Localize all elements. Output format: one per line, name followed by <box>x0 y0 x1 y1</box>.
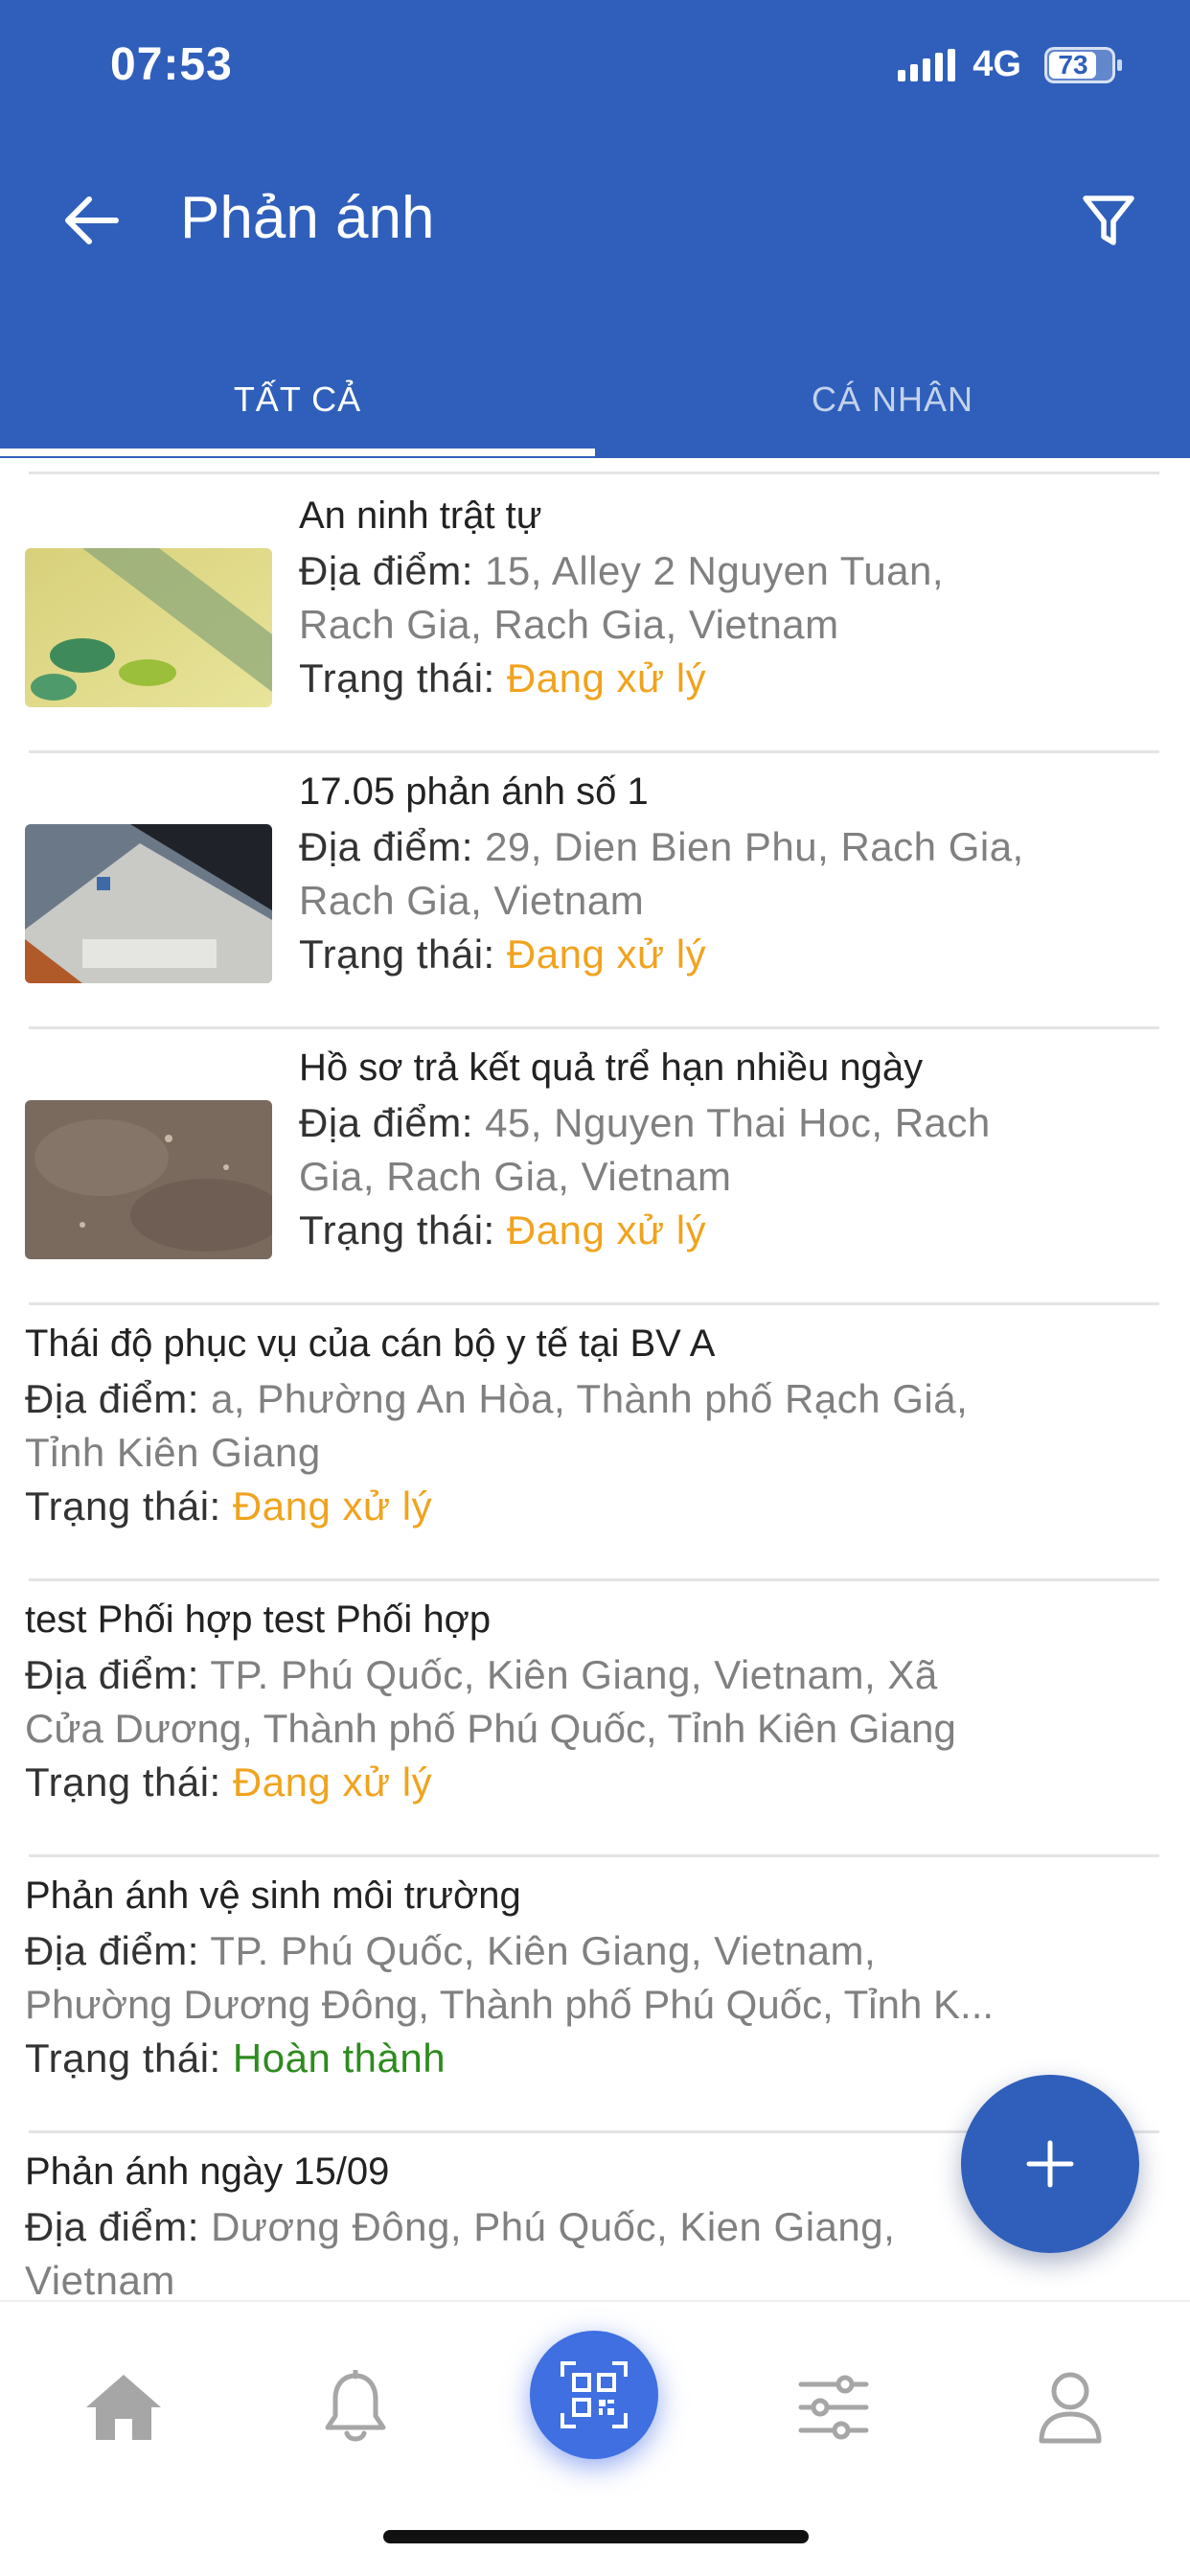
location-label: Địa điểm: <box>299 824 473 869</box>
status-label: Trạng thái: <box>299 656 495 701</box>
tab-indicator <box>0 448 595 456</box>
bell-icon <box>325 2370 386 2442</box>
item-status: Trạng thái: Đang xử lý <box>25 1480 432 1533</box>
location-line-2: Tỉnh Kiên Giang <box>25 1430 321 1475</box>
status-label: Trạng thái: <box>299 1208 495 1253</box>
status-badge: Đang xử lý <box>232 1484 433 1529</box>
location-line-2: Rach Gia, Rach Gia, Vietnam <box>299 602 839 647</box>
list-item[interactable]: Hồ sơ trả kết quả trể hạn nhiều ngày Địa… <box>0 1029 1190 1305</box>
status-label: Trạng thái: <box>25 2036 221 2081</box>
item-location: Địa điểm: TP. Phú Quốc, Kiên Giang, Viet… <box>25 1924 876 1978</box>
status-indicators: 4G 73 <box>898 44 1122 85</box>
tab-bar: TẤT CẢ CÁ NHÂN <box>0 340 1190 458</box>
location-line-1: TP. Phú Quốc, Kiên Giang, Vietnam, Xã <box>210 1652 938 1697</box>
item-location: Địa điểm: 45, Nguyen Thai Hoc, Rach <box>299 1096 991 1150</box>
sliders-icon <box>798 2375 869 2440</box>
item-title: Thái độ phục vụ của cán bộ y tế tại BV A <box>25 1322 716 1365</box>
item-status: Trạng thái: Đang xử lý <box>299 928 706 981</box>
status-label: Trạng thái: <box>25 1760 221 1805</box>
location-line-1: Dương Đông, Phú Quốc, Kien Giang, <box>211 2204 896 2249</box>
item-title: 17.05 phản ánh số 1 <box>299 770 649 813</box>
location-label: Địa điểm: <box>25 2204 199 2249</box>
location-line-1: a, Phường An Hòa, Thành phố Rạch Giá, <box>211 1376 969 1421</box>
location-line-2: Rach Gia, Vietnam <box>299 878 645 923</box>
battery-icon: 73 <box>1044 46 1122 83</box>
status-label: Trạng thái: <box>25 1484 221 1529</box>
location-label: Địa điểm: <box>299 548 473 593</box>
item-location: Địa điểm: Dương Đông, Phú Quốc, Kien Gia… <box>25 2200 895 2254</box>
location-label: Địa điểm: <box>25 1928 199 1973</box>
page-title: Phản ánh <box>180 185 435 251</box>
status-badge: Đang xử lý <box>506 1208 707 1253</box>
item-location: Địa điểm: TP. Phú Quốc, Kiên Giang, Viet… <box>25 1648 938 1702</box>
back-button[interactable] <box>53 182 129 259</box>
list-item[interactable]: An ninh trật tự Địa điểm: 15, Alley 2 Ng… <box>0 477 1190 753</box>
item-location: Địa điểm: a, Phường An Hòa, Thành phố Rạ… <box>25 1372 968 1426</box>
status-badge: Đang xử lý <box>506 656 707 701</box>
item-title: Phản ánh ngày 15/09 <box>25 2150 390 2193</box>
location-line-2: Gia, Rach Gia, Vietnam <box>299 1154 732 1199</box>
list-item[interactable]: Thái độ phục vụ của cán bộ y tế tại BV A… <box>0 1305 1190 1581</box>
location-line-1: 45, Nguyen Thai Hoc, Rach <box>485 1100 991 1145</box>
home-indicator <box>383 2530 809 2543</box>
filter-icon <box>1083 196 1134 245</box>
add-feedback-button[interactable] <box>961 2075 1139 2253</box>
location-line-2: Cửa Dương, Thành phố Phú Quốc, Tỉnh Kiên… <box>25 1706 956 1751</box>
item-status: Trạng thái: Đang xử lý <box>299 652 706 705</box>
location-line-2: Vietnam <box>25 2258 175 2300</box>
divider <box>29 472 1159 474</box>
status-badge: Đang xử lý <box>232 1760 433 1805</box>
location-label: Địa điểm: <box>25 1376 199 1421</box>
list-item[interactable]: 17.05 phản ánh số 1 Địa điểm: 29, Dien B… <box>0 753 1190 1029</box>
item-title: test Phối hợp test Phối hợp <box>25 1598 492 1641</box>
location-line-1: TP. Phú Quốc, Kiên Giang, Vietnam, <box>210 1928 877 1973</box>
qr-scan-icon <box>561 2361 628 2428</box>
item-title: An ninh trật tự <box>299 494 542 537</box>
status-time: 07:53 <box>110 39 233 90</box>
network-type: 4G <box>973 44 1021 84</box>
item-thumbnail <box>25 548 272 707</box>
tab-personal[interactable]: CÁ NHÂN <box>595 340 1190 458</box>
location-line-2: Phường Dương Đông, Thành phố Phú Quốc, T… <box>25 1982 995 2027</box>
status-badge: Đang xử lý <box>506 932 707 977</box>
item-status: Trạng thái: Đang xử lý <box>25 1756 432 1809</box>
item-status: Trạng thái: Hoàn thành <box>25 2032 446 2085</box>
location-line-1: 15, Alley 2 Nguyen Tuan, <box>485 548 945 593</box>
plus-icon <box>1026 2140 1074 2188</box>
battery-level: 73 <box>1058 49 1088 80</box>
location-label: Địa điểm: <box>299 1100 473 1145</box>
item-title: Hồ sơ trả kết quả trể hạn nhiều ngày <box>299 1046 924 1089</box>
status-label: Trạng thái: <box>299 932 495 977</box>
home-icon <box>86 2375 161 2440</box>
user-icon <box>1039 2372 1102 2444</box>
status-badge: Hoàn thành <box>232 2036 446 2081</box>
nav-settings[interactable] <box>776 2350 891 2465</box>
item-location: Địa điểm: 29, Dien Bien Phu, Rach Gia, <box>299 820 1024 874</box>
list-item[interactable]: test Phối hợp test Phối hợp Địa điểm: TP… <box>0 1581 1190 1857</box>
nav-notifications[interactable] <box>298 2350 413 2465</box>
item-location: Địa điểm: 15, Alley 2 Nguyen Tuan, <box>299 544 944 598</box>
signal-icon <box>898 48 956 81</box>
item-thumbnail <box>25 1100 272 1259</box>
location-label: Địa điểm: <box>25 1652 199 1697</box>
arrow-left-icon <box>65 196 119 244</box>
filter-button[interactable] <box>1065 182 1152 259</box>
feedback-list[interactable]: An ninh trật tự Địa điểm: 15, Alley 2 Ng… <box>0 458 1190 2300</box>
tab-all[interactable]: TẤT CẢ <box>0 340 595 458</box>
nav-home[interactable] <box>66 2350 181 2465</box>
nav-profile[interactable] <box>1013 2350 1128 2465</box>
app-header: 07:53 4G 73 Phản ánh TẤT CẢ CÁ NHÂN <box>0 0 1190 458</box>
item-title: Phản ánh vệ sinh môi trường <box>25 1874 521 1917</box>
item-thumbnail <box>25 824 272 983</box>
item-status: Trạng thái: Đang xử lý <box>299 1204 706 1257</box>
location-line-1: 29, Dien Bien Phu, Rach Gia, <box>485 824 1024 869</box>
nav-qr-scan[interactable] <box>530 2331 658 2459</box>
